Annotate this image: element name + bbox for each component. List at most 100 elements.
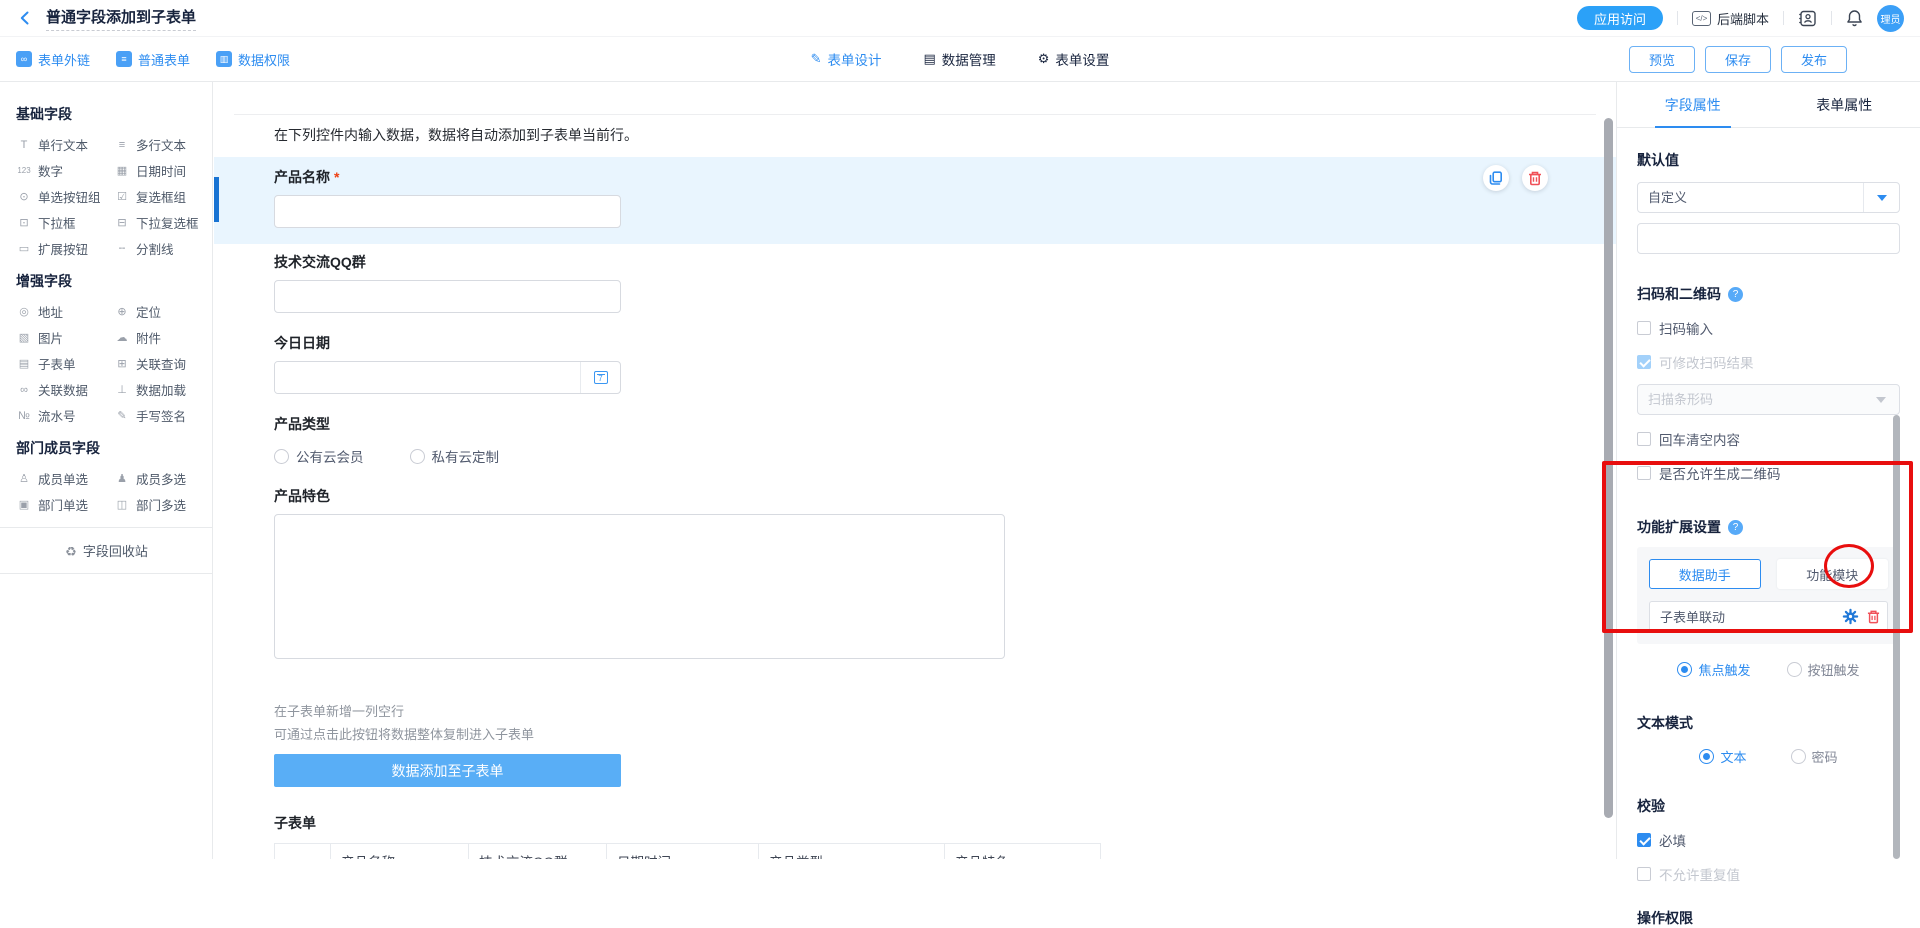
- tab-data-manage[interactable]: ▤ 数据管理: [923, 49, 995, 69]
- sidebar-item-location[interactable]: ⊕定位: [114, 303, 206, 320]
- sidebar-item-signature[interactable]: ✎手写签名: [114, 407, 206, 424]
- item-label: 手写签名: [136, 406, 186, 425]
- item-label: 部门单选: [38, 495, 88, 514]
- field-product-feature[interactable]: 产品特色: [214, 478, 1616, 676]
- sidebar-item-related-query[interactable]: ⊞关联查询: [114, 355, 206, 372]
- member-single-icon: ♙: [16, 472, 32, 485]
- help-icon[interactable]: [1728, 520, 1743, 535]
- tab-form-settings[interactable]: ⚙ 表单设置: [1038, 49, 1110, 69]
- sidebar-item-subform[interactable]: ▤子表单: [16, 355, 108, 372]
- function-module-toggle[interactable]: 功能模块: [1777, 559, 1889, 589]
- address-book-icon[interactable]: [1798, 10, 1817, 27]
- serial-number-icon: №: [16, 410, 32, 422]
- sidebar-item-number[interactable]: 123数字: [16, 162, 108, 179]
- sidebar-item-multi-line-text[interactable]: ≡多行文本: [114, 136, 206, 153]
- checkbox-allow-qrcode[interactable]: 是否允许生成二维码: [1637, 463, 1900, 483]
- field-today-date[interactable]: 今日日期 7: [214, 325, 1616, 406]
- radio-label: 焦点触发: [1698, 660, 1750, 679]
- help-icon[interactable]: [1728, 287, 1743, 302]
- sidebar-item-image[interactable]: ▧图片: [16, 329, 108, 346]
- link-data-permission[interactable]: ▥ 数据权限: [216, 50, 290, 69]
- radio-focus-trigger[interactable]: 焦点触发: [1677, 660, 1750, 679]
- checkbox-editable-result[interactable]: 可修改扫码结果: [1637, 352, 1900, 372]
- sidebar-item-address[interactable]: ◎地址: [16, 303, 108, 320]
- sidebar-item-divider-line[interactable]: ╌分割线: [114, 240, 206, 257]
- radio-button-trigger[interactable]: 按钮触发: [1787, 660, 1860, 679]
- section-title-enhanced-fields: 增强字段: [16, 271, 212, 291]
- date-picker-addon[interactable]: 7: [580, 362, 620, 393]
- product-name-input[interactable]: [274, 195, 621, 228]
- copy-icon: [1489, 171, 1503, 185]
- divider: [1831, 11, 1832, 25]
- panel-scrollbar-thumb[interactable]: [1893, 415, 1900, 859]
- link-plain-form[interactable]: ≡ 普通表单: [116, 50, 190, 69]
- number-icon: 123: [16, 166, 32, 175]
- link-external-form[interactable]: ∞ 表单外链: [16, 50, 90, 69]
- checkbox-enter-clear[interactable]: 回车清空内容: [1637, 429, 1900, 449]
- checkbox-label: 扫码输入: [1659, 318, 1713, 338]
- backend-script-button[interactable]: </> 后端脚本: [1692, 9, 1769, 28]
- avatar[interactable]: 理员: [1877, 5, 1904, 32]
- delete-field-button[interactable]: [1522, 165, 1548, 191]
- field-product-type[interactable]: 产品类型 公有云会员 私有云定制: [214, 406, 1616, 478]
- sidebar-item-member-multi[interactable]: ♟成员多选: [114, 470, 206, 487]
- sidebar-item-extend-button[interactable]: ▭扩展按钮: [16, 240, 108, 257]
- sidebar-item-data-load[interactable]: ⊥数据加载: [114, 381, 206, 398]
- copy-field-button[interactable]: [1483, 165, 1509, 191]
- back-icon[interactable]: [16, 9, 34, 27]
- canvas-scrollbar-thumb[interactable]: [1604, 118, 1613, 818]
- gear-icon[interactable]: [1842, 608, 1859, 625]
- tab-form-properties[interactable]: 表单属性: [1769, 82, 1920, 127]
- item-label: 下拉复选框: [136, 213, 199, 232]
- radio-private-cloud[interactable]: 私有云定制: [410, 446, 500, 466]
- field-qq-group[interactable]: 技术交流QQ群: [214, 244, 1616, 325]
- sidebar-item-datetime[interactable]: ▦日期时间: [114, 162, 206, 179]
- sidebar-item-dept-single[interactable]: ▣ 部门单选: [16, 496, 108, 513]
- default-value-select[interactable]: 自定义: [1637, 182, 1900, 213]
- sidebar-item-attachment[interactable]: ☁附件: [114, 329, 206, 346]
- sidebar-item-radio-group[interactable]: ⊙单选按钮组: [16, 188, 108, 205]
- dept-single-icon: ▣: [16, 498, 32, 511]
- sidebar-item-serial-number[interactable]: №流水号: [16, 407, 108, 424]
- sidebar-item-member-single[interactable]: ♙成员单选: [16, 470, 108, 487]
- radio-text-mode[interactable]: 文本: [1699, 747, 1746, 766]
- publish-button[interactable]: 发布: [1781, 46, 1847, 73]
- field-product-name[interactable]: 产品名称*: [214, 157, 1616, 244]
- notification-bell-icon[interactable]: [1846, 9, 1863, 27]
- scan-section-title: 扫码和二维码: [1637, 284, 1900, 304]
- sidebar-item-related-data[interactable]: ∞关联数据: [16, 381, 108, 398]
- page-title[interactable]: 普通字段添加到子表单: [46, 6, 196, 31]
- save-button[interactable]: 保存: [1705, 46, 1771, 73]
- product-feature-textarea[interactable]: [274, 514, 1005, 659]
- barcode-select-disabled: 扫描条形码: [1637, 384, 1900, 415]
- form-toolbar: ∞ 表单外链 ≡ 普通表单 ▥ 数据权限 ✎ 表单设计 ▤ 数据管理 ⚙ 表单设…: [0, 37, 1920, 82]
- external-link-icon: ∞: [16, 51, 32, 67]
- add-to-subform-button[interactable]: 数据添加至子表单: [274, 754, 621, 787]
- checkbox-no-duplicate[interactable]: 不允许重复值: [1637, 864, 1900, 884]
- sidebar-item-multi-select[interactable]: ⊟下拉复选框: [114, 214, 206, 231]
- sidebar-item-single-line-text[interactable]: T单行文本: [16, 136, 108, 153]
- tab-field-properties[interactable]: 字段属性: [1617, 82, 1769, 127]
- tab-form-design[interactable]: ✎ 表单设计: [811, 49, 882, 69]
- subform-icon: ▤: [16, 357, 32, 370]
- select-icon: ⊡: [16, 216, 32, 229]
- app-access-button[interactable]: 应用访问: [1577, 6, 1663, 30]
- qq-group-input[interactable]: [274, 280, 621, 313]
- sidebar-item-checkbox-group[interactable]: ☑复选框组: [114, 188, 206, 205]
- radio-password-mode[interactable]: 密码: [1791, 747, 1838, 766]
- field-label: 今日日期: [274, 333, 1556, 353]
- sidebar-item-select[interactable]: ⊡下拉框: [16, 214, 108, 231]
- checkbox-required[interactable]: 必填: [1637, 830, 1900, 850]
- preview-button[interactable]: 预览: [1629, 46, 1695, 73]
- today-date-input[interactable]: [275, 362, 580, 393]
- checkbox-scan-input[interactable]: 扫码输入: [1637, 318, 1900, 338]
- subform-linkage-item[interactable]: 子表单联动: [1649, 601, 1888, 632]
- radio-public-cloud[interactable]: 公有云会员: [274, 446, 364, 466]
- default-value-title: 默认值: [1637, 150, 1900, 170]
- default-value-input[interactable]: [1637, 223, 1900, 254]
- sidebar-item-dept-multi[interactable]: ◫部门多选: [114, 496, 206, 513]
- data-helper-toggle[interactable]: 数据助手: [1649, 559, 1761, 589]
- subform-header-row: 产品名称 技术交流QQ群 日期时间 产品类型 产品特色: [275, 844, 1101, 860]
- trash-icon[interactable]: [1867, 610, 1880, 624]
- field-recycle-bin[interactable]: ♻字段回收站: [0, 527, 213, 574]
